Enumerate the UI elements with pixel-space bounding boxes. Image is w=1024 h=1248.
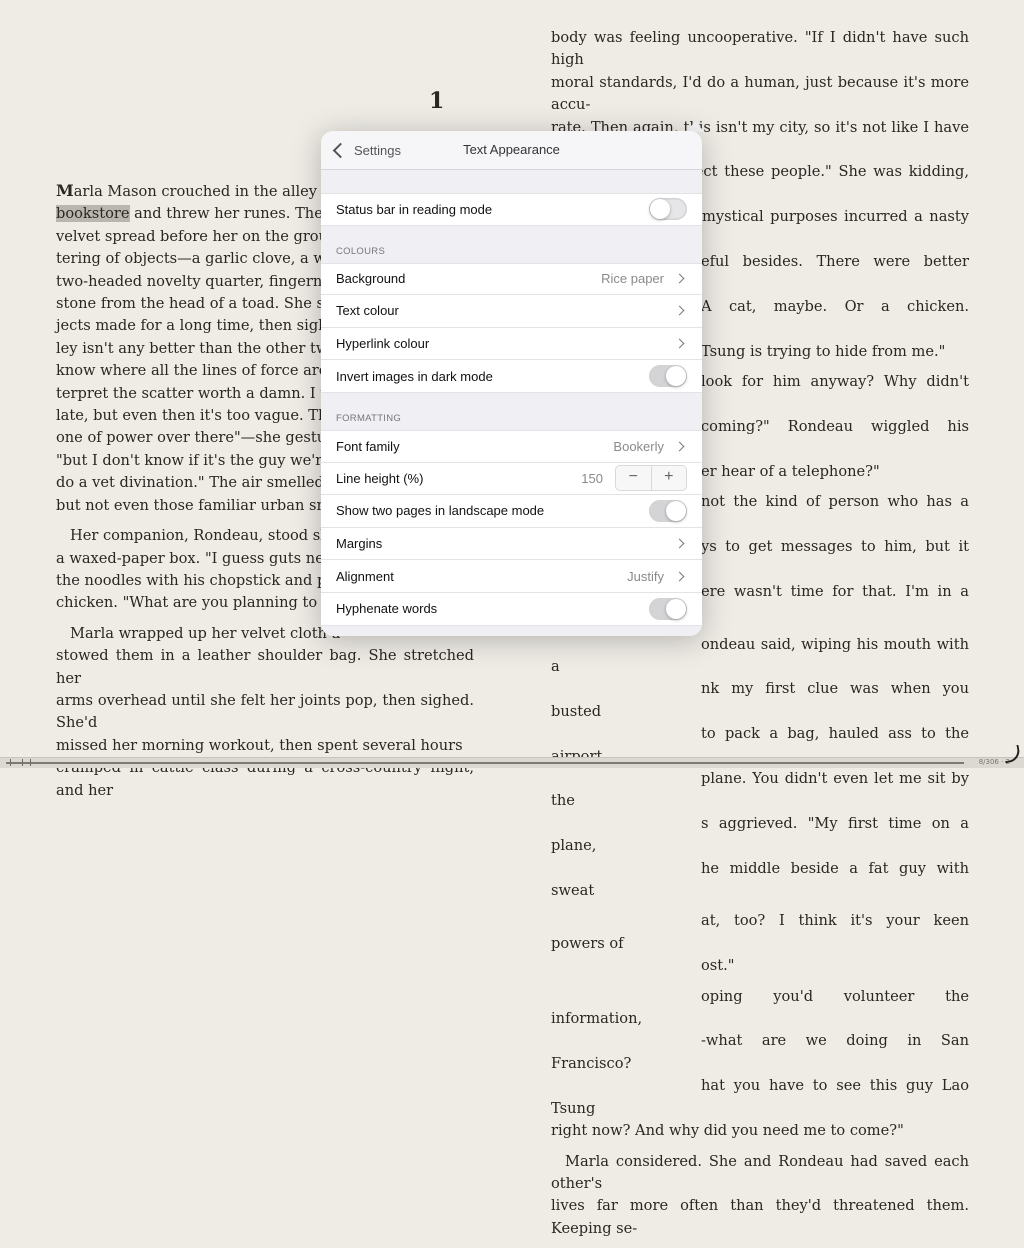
background-row[interactable]: Background Rice paper bbox=[321, 262, 702, 296]
chevron-right-icon bbox=[674, 571, 685, 582]
chevron-right-icon bbox=[674, 338, 685, 349]
popover-title: Text Appearance bbox=[463, 142, 560, 157]
hyphenate-row: Hyphenate words bbox=[321, 592, 702, 626]
font-family-value: Bookerly bbox=[613, 438, 664, 454]
highlighted-word-bookstore[interactable]: bookstore bbox=[56, 205, 130, 223]
two-pages-row: Show two pages in landscape mode bbox=[321, 495, 702, 528]
line-height-value: 150 bbox=[581, 470, 603, 486]
alignment-row[interactable]: Alignment Justify bbox=[321, 560, 702, 593]
hyperlink-colour-row[interactable]: Hyperlink colour bbox=[321, 327, 702, 361]
hyphenate-toggle[interactable] bbox=[649, 597, 687, 620]
background-value: Rice paper bbox=[601, 271, 664, 287]
line-height-stepper: − + bbox=[615, 465, 687, 492]
chevron-right-icon bbox=[674, 273, 685, 284]
scrubber-track[interactable] bbox=[6, 762, 964, 764]
scrubber-tick bbox=[30, 759, 31, 766]
font-family-row[interactable]: Font family Bookerly bbox=[321, 429, 702, 463]
line-height-increase-button[interactable]: + bbox=[650, 466, 687, 491]
paragraph-r7: Marla considered. She and Rondeau had sa… bbox=[551, 1152, 969, 1237]
scrubber-tick bbox=[10, 759, 11, 766]
chevron-right-icon bbox=[674, 306, 685, 316]
line-height-decrease-button[interactable]: − bbox=[616, 466, 651, 490]
scrubber-tick bbox=[22, 759, 23, 766]
chevron-right-icon bbox=[674, 538, 685, 549]
paragraph-r4: ondeau said, wiping his mouth with a nk … bbox=[551, 635, 969, 900]
status-bar-row: Status bar in reading mode bbox=[321, 193, 702, 226]
drop-cap: M bbox=[56, 181, 74, 200]
line-height-row: Line height (%) 150 − + bbox=[321, 462, 702, 496]
colours-section-header: COLOURS bbox=[336, 245, 386, 257]
paragraph-r6: oping you'd volunteer the information, -… bbox=[551, 987, 969, 1140]
page-scrubber[interactable]: 8/306 · 2 bbox=[0, 757, 1024, 768]
text-colour-row[interactable]: Text colour bbox=[321, 295, 702, 328]
paragraph-3: Marla wrapped up her velvet cloth a stow… bbox=[56, 624, 474, 799]
popover-header: Settings Text Appearance bbox=[321, 131, 702, 170]
alignment-value: Justify bbox=[627, 568, 664, 584]
invert-images-toggle[interactable] bbox=[649, 365, 687, 388]
settings-list[interactable]: Status bar in reading mode COLOURS Backg… bbox=[321, 169, 702, 636]
margins-row[interactable]: Margins bbox=[321, 527, 702, 561]
chapter-number: 1 bbox=[429, 88, 445, 114]
text-appearance-popover: Settings Text Appearance Status bar in r… bbox=[321, 131, 702, 636]
formatting-section-header: FORMATTING bbox=[336, 412, 402, 424]
two-pages-toggle[interactable] bbox=[649, 499, 687, 522]
chevron-right-icon bbox=[674, 441, 685, 452]
status-bar-toggle[interactable] bbox=[649, 198, 687, 221]
invert-images-row: Invert images in dark mode bbox=[321, 360, 702, 393]
paragraph-r5: at, too? I think it's your keen powers o… bbox=[551, 912, 969, 975]
